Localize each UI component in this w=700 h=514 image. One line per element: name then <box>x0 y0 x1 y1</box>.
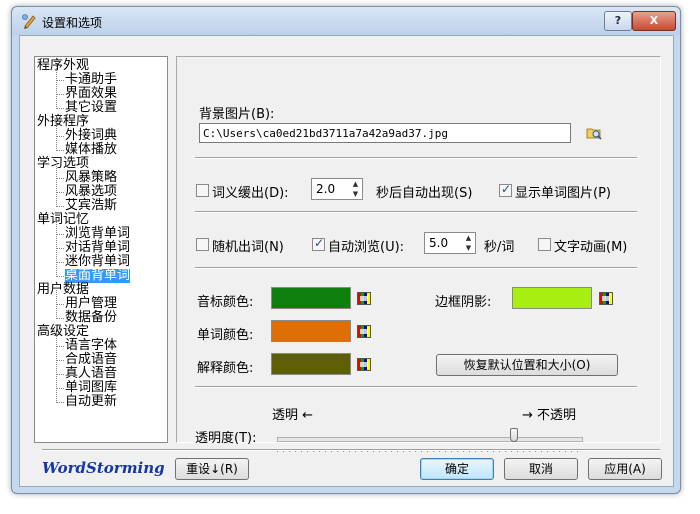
gradual-spinner[interactable]: 2.0 ▲ ▼ <box>311 178 363 200</box>
tree-item[interactable]: 合成语音 <box>55 346 117 367</box>
opacity-label: 透明度(T): <box>195 431 257 446</box>
spin-down-icon[interactable]: ▼ <box>350 190 361 199</box>
apply-button[interactable]: 应用(A) <box>588 458 662 480</box>
restore-default-button[interactable]: 恢复默认位置和大小(O) <box>436 354 618 376</box>
gradual-label: 词义缓出(D): <box>212 186 289 201</box>
auto-browse-label: 自动浏览(U): <box>328 240 405 255</box>
separator <box>195 386 637 388</box>
separator <box>195 211 637 213</box>
tree-item[interactable]: 媒体播放 <box>55 136 117 157</box>
color-picker-icon[interactable] <box>599 292 613 305</box>
tree-item[interactable]: 外接词典 <box>55 122 117 143</box>
transparent-label: 透明 ← <box>272 408 314 423</box>
word-color-swatch[interactable] <box>271 320 351 342</box>
word-color-label: 单词颜色: <box>197 328 254 343</box>
gradual-suffix: 秒后自动出现(S) <box>376 186 473 201</box>
text-anim-checkbox[interactable] <box>538 238 551 251</box>
tree-item[interactable]: 对话背单词 <box>55 234 130 255</box>
footer-separator <box>42 449 660 451</box>
options-panel: 背景图片(B): C:\Users\ca0ed21bd3711a7a42a9ad… <box>176 56 661 452</box>
spin-up-icon[interactable]: ▲ <box>350 180 361 189</box>
phonetic-color-swatch[interactable] <box>271 287 351 309</box>
border-shadow-swatch[interactable] <box>512 287 592 309</box>
cancel-button[interactable]: 取消 <box>504 458 578 480</box>
opaque-label: → 不透明 <box>522 408 577 423</box>
ok-button[interactable]: 确定 <box>420 458 494 480</box>
gradual-value: 2.0 <box>316 182 336 196</box>
tree-item[interactable]: 语言字体 <box>55 332 117 353</box>
color-picker-icon[interactable] <box>357 292 371 305</box>
auto-browse-checkbox[interactable] <box>312 236 325 251</box>
random-label: 随机出词(N) <box>212 240 284 255</box>
color-picker-icon[interactable] <box>357 325 371 338</box>
window-title: 设置和选项 <box>42 16 103 30</box>
tree-item[interactable]: 单词图库 <box>55 374 117 395</box>
tree-item[interactable]: 其它设置 <box>55 94 117 115</box>
bg-image-path-input[interactable]: C:\Users\ca0ed21bd3711a7a42a9ad37.jpg <box>199 123 571 143</box>
tree-item[interactable]: 浏览背单词 <box>55 220 130 241</box>
tree-item[interactable]: 迷你背单词 <box>55 248 130 269</box>
tree-item[interactable]: 卡通助手 <box>55 66 117 87</box>
color-picker-icon[interactable] <box>357 358 371 371</box>
tree-item[interactable]: 用户管理 <box>55 290 117 311</box>
gradual-checkbox[interactable] <box>196 184 209 197</box>
tree-item[interactable]: 桌面背单词 <box>55 262 131 283</box>
help-button[interactable]: ? <box>604 11 632 31</box>
show-image-checkbox[interactable] <box>499 182 512 197</box>
auto-browse-value: 5.0 <box>429 236 449 250</box>
explain-color-label: 解释颜色: <box>197 361 254 376</box>
border-shadow-label: 边框阴影: <box>435 295 492 310</box>
tree-item[interactable]: 风暴选项 <box>55 178 117 199</box>
tree-item[interactable]: 界面效果 <box>55 80 117 101</box>
tree-item[interactable]: 艾宾浩斯 <box>55 192 117 213</box>
pencil-settings-icon <box>22 14 36 29</box>
brand-logo: WordStorming <box>42 459 165 477</box>
explain-color-swatch[interactable] <box>271 353 351 375</box>
text-anim-label: 文字动画(M) <box>554 240 628 255</box>
spin-up-icon[interactable]: ▲ <box>463 234 474 243</box>
settings-window: 设置和选项 ? X 程序外观 卡通助手 界面效果 其它设置 外接程序 外接词典 媒体播放 学习… <box>11 6 681 494</box>
folder-browse-icon[interactable] <box>586 125 602 141</box>
random-checkbox[interactable] <box>196 238 209 251</box>
close-button[interactable]: X <box>632 11 676 31</box>
settings-tree[interactable]: 程序外观 卡通助手 界面效果 其它设置 外接程序 外接词典 媒体播放 学习选项 风暴策略 风暴选项… <box>34 56 168 443</box>
tree-item[interactable]: 真人语音 <box>55 360 117 381</box>
tree-item[interactable]: 数据备份 <box>55 304 117 325</box>
tree-item[interactable]: 自动更新 <box>55 388 117 409</box>
dialog-body: 程序外观 卡通助手 界面效果 其它设置 外接程序 外接词典 媒体播放 学习选项 风暴策略 风暴选项… <box>19 35 674 487</box>
reset-button[interactable]: 重设↓(R) <box>175 458 249 480</box>
title-bar[interactable]: 设置和选项 ? X <box>12 7 680 35</box>
show-image-label: 显示单词图片(P) <box>515 186 611 201</box>
auto-browse-spinner[interactable]: 5.0 ▲ ▼ <box>424 232 476 254</box>
separator <box>195 157 637 159</box>
auto-browse-suffix: 秒/词 <box>484 240 515 255</box>
phonetic-color-label: 音标颜色: <box>197 295 254 310</box>
bg-image-label: 背景图片(B): <box>199 107 275 122</box>
opacity-slider-thumb[interactable] <box>510 428 519 442</box>
opacity-slider-track[interactable] <box>277 437 583 442</box>
separator <box>195 267 637 269</box>
spin-down-icon[interactable]: ▼ <box>463 244 474 253</box>
tree-item[interactable]: 风暴策略 <box>55 164 117 185</box>
